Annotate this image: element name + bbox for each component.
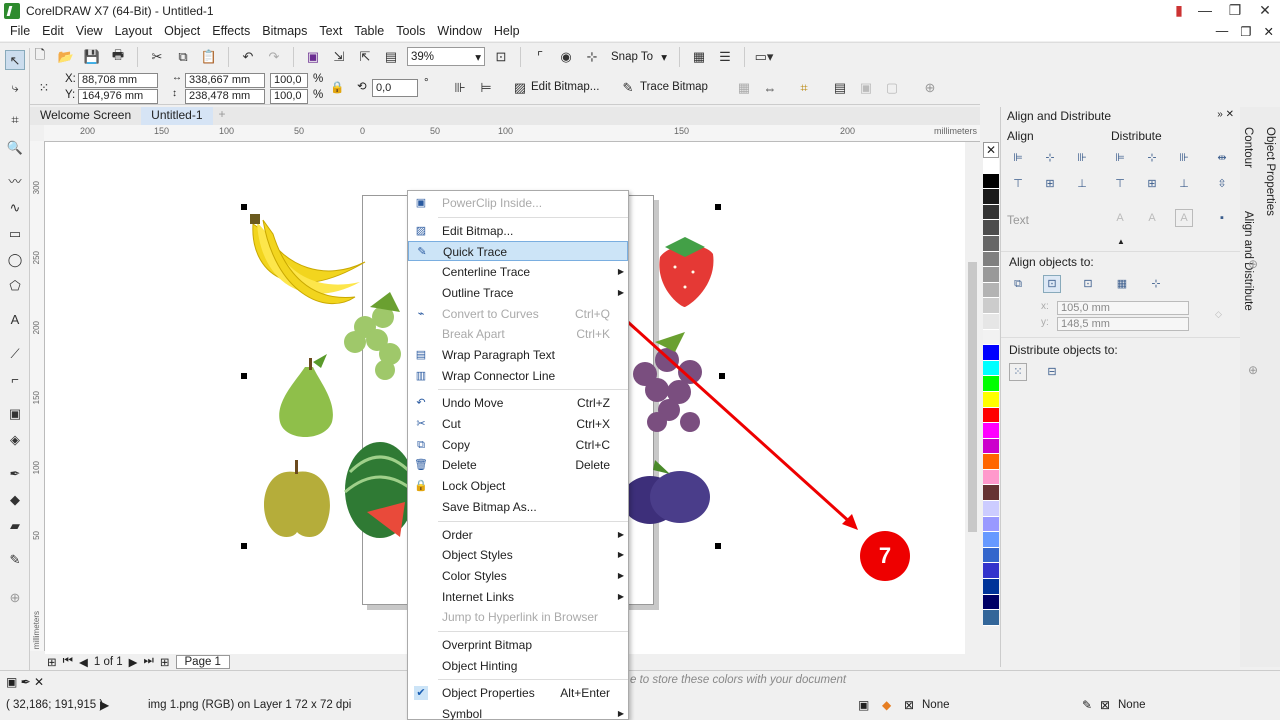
submenu-arrow-icon: ▶ [617,550,624,560]
menu-item-shortcut: Ctrl+Z [577,396,610,411]
scissors-icon: ✂ [416,418,426,430]
submenu-arrow-icon: ▶ [617,709,624,719]
convert-curves-icon: ⌁ [417,307,425,320]
menu-separator [438,520,628,522]
menu-item-label: Wrap Paragraph Text [442,347,555,362]
submenu-arrow-icon: ▶ [617,267,624,277]
menu-item-shortcut: Ctrl+Q [574,306,610,321]
menu-separator [438,389,628,391]
annotation-arrow [546,248,858,530]
menu-item-label: Convert to Curves [442,306,539,321]
submenu-arrow-icon: ▶ [617,591,624,601]
menu-item-save-bitmap-as[interactable]: Save Bitmap As... [408,497,628,517]
menu-item-object-styles[interactable]: Object Styles ▶ [408,545,628,565]
submenu-arrow-icon: ▶ [617,529,624,539]
trash-icon: 🗑 [414,459,428,472]
menu-item-order[interactable]: Order ▶ [408,525,628,545]
menu-item-object-properties[interactable]: ✔ Object Properties Alt+Enter [408,683,628,703]
quick-trace-icon: ✎ [417,246,427,259]
check-icon: ✔ [414,686,428,701]
menu-item-convert-to-curves[interactable]: ⌁ Convert to Curves Ctrl+Q [408,304,628,324]
menu-item-label: Overprint Bitmap [442,638,533,652]
wrap-text-icon: ▤ [415,348,427,361]
menu-item-label: Wrap Connector Line [442,368,556,383]
menu-item-copy[interactable]: ⧉ Copy Ctrl+C [408,435,628,455]
menu-item-shortcut: Alt+Enter [560,686,610,701]
menu-item-label: Centerline Trace [442,265,531,280]
menu-item-label: PowerClip Inside... [442,196,543,210]
menu-item-label: Edit Bitmap... [442,223,514,238]
menu-item-label: Save Bitmap As... [442,499,537,514]
menu-item-label: Object Hinting [442,658,518,673]
menu-item-delete[interactable]: 🗑 Delete Delete [408,455,628,475]
menu-item-label: Lock Object [442,479,506,494]
wrap-connector-icon: ▥ [415,369,427,382]
menu-item-shortcut: Delete [575,458,610,473]
menu-item-shortcut: Ctrl+K [576,327,610,342]
menu-item-color-styles[interactable]: Color Styles ▶ [408,566,628,586]
menu-item-label: Cut [442,417,461,431]
menu-item-label: Jump to Hyperlink in Browser [442,610,599,625]
menu-item-shortcut: Ctrl+X [576,417,610,431]
menu-item-label: Delete [442,458,477,473]
menu-item-internet-links[interactable]: Internet Links ▶ [408,587,628,607]
menu-item-wrap-connector-line[interactable]: ▥ Wrap Connector Line [408,366,628,386]
menu-item-symbol[interactable]: Symbol ▶ [408,704,628,720]
menu-item-cut[interactable]: ✂ Cut Ctrl+X [408,414,628,434]
menu-item-label: Quick Trace [443,245,508,260]
menu-item-jump-to-hyperlink-in-browser[interactable]: Jump to Hyperlink in Browser [408,607,628,627]
powerclip-icon: ▣ [415,197,427,209]
menu-item-powerclip-inside[interactable]: ▣ PowerClip Inside... [408,193,628,213]
step-badge: 7 [860,531,910,581]
menu-item-overprint-bitmap[interactable]: Overprint Bitmap [408,635,628,655]
menu-item-label: Copy [442,437,471,452]
menu-separator [438,216,628,218]
menu-item-lock-object[interactable]: 🔒 Lock Object [408,476,628,496]
menu-item-label: Object Properties [442,686,535,701]
menu-item-quick-trace[interactable]: ✎ Quick Trace [408,241,628,262]
menu-item-label: Object Styles [442,548,513,563]
menu-separator [438,679,628,681]
edit-bitmap-icon: ▨ [415,224,427,237]
copy-icon: ⧉ [417,438,425,451]
menu-item-label: Internet Links [442,589,515,604]
menu-item-label: Symbol [442,707,483,720]
lock-icon: 🔒 [414,480,428,493]
menu-item-label: Color Styles [442,568,507,583]
menu-item-shortcut: Ctrl+C [575,437,610,452]
context-menu: ▣ PowerClip Inside... ▨ Edit Bitmap... ✎ Quic… [407,190,629,720]
menu-item-edit-bitmap[interactable]: ▨ Edit Bitmap... [408,221,628,241]
menu-item-wrap-paragraph-text[interactable]: ▤ Wrap Paragraph Text [408,345,628,365]
menu-item-centerline-trace[interactable]: Centerline Trace ▶ [408,262,628,282]
coreldraw-window: CorelDRAW X7 (64-Bit) - Untitled-1 ▮ — ❐… [0,0,1280,720]
menu-item-label: Order [442,527,473,542]
menu-item-object-hinting[interactable]: Object Hinting [408,656,628,676]
submenu-arrow-icon: ▶ [617,287,624,297]
submenu-arrow-icon: ▶ [617,570,624,580]
menu-item-label: Break Apart [442,327,505,342]
menu-item-label: Outline Trace [442,285,514,300]
menu-item-undo-move[interactable]: ↶ Undo Move Ctrl+Z [408,393,628,413]
menu-item-outline-trace[interactable]: Outline Trace ▶ [408,283,628,303]
menu-item-label: Undo Move [442,396,504,411]
menu-item-break-apart[interactable]: Break Apart Ctrl+K [408,324,628,344]
menu-separator [438,631,628,632]
undo-icon: ↶ [416,397,426,410]
